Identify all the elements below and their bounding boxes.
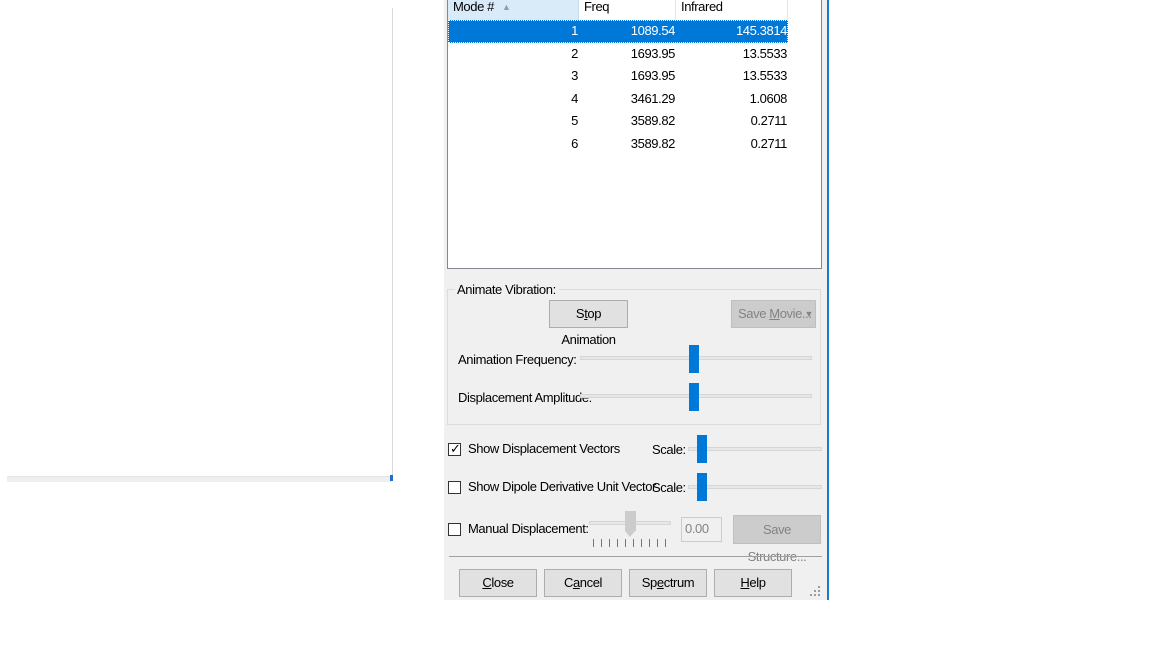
animation-frequency-slider[interactable]	[688, 345, 699, 373]
table-row[interactable]: 5 3589.82 0.2711	[448, 110, 788, 133]
table-cell-freq: 1693.95	[630, 45, 676, 61]
column-header-freq-label: Freq	[584, 0, 610, 14]
displacement-amplitude-slider[interactable]	[688, 383, 699, 411]
table-row[interactable]: 3 1693.95 13.5533	[448, 65, 788, 88]
checkmark-icon: ✓	[450, 441, 461, 456]
cancel-label-b: a	[572, 575, 580, 590]
dipole-scale-track[interactable]	[688, 485, 822, 489]
background-window-accent	[390, 475, 393, 481]
save-movie-button[interactable]: Save Movie... ▼	[731, 300, 816, 328]
dialog-border	[827, 0, 829, 600]
save-movie-label-a: Save	[738, 306, 770, 321]
column-header-mode-label: Mode #	[453, 0, 494, 14]
animate-vibration-title: Animate Vibration:	[455, 281, 559, 299]
table-cell-freq: 3589.82	[630, 135, 676, 151]
background-window-scrollbar	[7, 476, 392, 482]
column-header-infrared-label: Infrared	[681, 0, 723, 14]
table-cell-freq: 3589.82	[630, 113, 676, 128]
column-header-mode[interactable]: Mode # ▲	[448, 0, 579, 20]
table-header: Mode # ▲ Freq Infrared	[448, 0, 788, 20]
cancel-label-a: C	[563, 575, 573, 590]
dipole-scale-label: Scale:	[652, 480, 686, 495]
stop-animation-button[interactable]: Stop Animation	[549, 300, 628, 347]
help-button[interactable]: Help	[714, 569, 792, 597]
sort-ascending-icon: ▲	[502, 2, 511, 12]
button-separator	[449, 556, 822, 557]
show-dipole-derivative-label[interactable]: Show Dipole Derivative Unit Vector	[468, 479, 656, 495]
table-cell-mode: 4	[571, 90, 578, 106]
save-movie-label-b: M	[769, 306, 780, 321]
help-label-b: elp	[749, 575, 766, 590]
stop-animation-label-c: op Animation	[561, 306, 616, 347]
table-cell-freq: 1693.95	[630, 68, 676, 83]
table-cell-mode: 5	[571, 113, 578, 128]
table-cell-mode: 2	[571, 45, 578, 61]
table-row[interactable]: 1 1089.54 145.3814	[448, 20, 788, 43]
table-row[interactable]: 6 3589.82 0.2711	[448, 133, 788, 156]
stop-animation-label-a: S	[575, 306, 585, 321]
table-cell-mode: 1	[571, 23, 578, 38]
cancel-label-c: ncel	[579, 575, 603, 590]
show-displacement-vectors-checkbox[interactable]: ✓	[448, 441, 461, 456]
column-header-infrared[interactable]: Infrared	[676, 0, 788, 20]
table-cell-infrared: 13.5533	[742, 68, 788, 83]
table-cell-infrared: 145.3814	[735, 23, 787, 38]
table-cell-mode: 6	[571, 135, 578, 151]
vectors-scale-track[interactable]	[688, 447, 822, 451]
show-dipole-derivative-checkbox[interactable]	[448, 481, 461, 494]
spectrum-label-a: Sp	[641, 575, 658, 590]
table-cell-freq: 3461.29	[630, 90, 676, 106]
resize-grip-icon[interactable]	[810, 586, 820, 596]
column-header-freq[interactable]: Freq	[579, 0, 676, 20]
manual-displacement-checkbox[interactable]	[448, 523, 461, 536]
manual-displacement-ticks	[593, 539, 667, 547]
manual-displacement-slider[interactable]	[625, 511, 636, 531]
table-row[interactable]: 2 1693.95 13.5533	[448, 43, 788, 66]
spectrum-button[interactable]: Spectrum	[629, 569, 707, 597]
save-structure-button[interactable]: Save Structure...	[733, 515, 821, 564]
manual-displacement-label[interactable]: Manual Displacement:	[468, 521, 589, 537]
vectors-scale-slider[interactable]	[697, 435, 707, 463]
vectors-scale-label: Scale:	[652, 442, 686, 457]
dipole-scale-slider[interactable]	[697, 473, 707, 501]
table-cell-infrared: 13.5533	[742, 45, 788, 61]
table-cell-infrared: 1.0608	[749, 90, 788, 106]
show-displacement-vectors-label[interactable]: Show Displacement Vectors	[468, 441, 620, 457]
animation-frequency-label: Animation Frequency:	[458, 352, 577, 367]
table-row[interactable]: 4 3461.29 1.0608	[448, 88, 788, 111]
manual-displacement-value[interactable]: 0.00	[681, 517, 722, 542]
dropdown-arrow-icon: ▼	[804, 309, 813, 319]
table-cell-mode: 3	[571, 68, 578, 83]
vibration-mode-table[interactable]: Mode # ▲ Freq Infrared 1 1089.54 145.3814 2…	[447, 0, 822, 269]
table-body: 1 1089.54 145.3814 2 1693.95 13.5533 3 1693.95 1…	[448, 20, 788, 155]
spectrum-label-c: ctrum	[663, 575, 695, 590]
spectrum-label-b: e	[656, 575, 664, 590]
close-button[interactable]: Close	[459, 569, 537, 597]
manual-displacement-slider-pointer	[625, 531, 635, 537]
close-label-b: lose	[491, 575, 514, 590]
background-window-edge	[392, 8, 393, 481]
table-cell-infrared: 0.2711	[750, 135, 788, 151]
table-cell-freq: 1089.54	[630, 23, 676, 38]
table-cell-infrared: 0.2711	[750, 113, 788, 128]
cancel-button[interactable]: Cancel	[544, 569, 622, 597]
displacement-amplitude-label: Displacement Amplitude:	[458, 390, 592, 405]
